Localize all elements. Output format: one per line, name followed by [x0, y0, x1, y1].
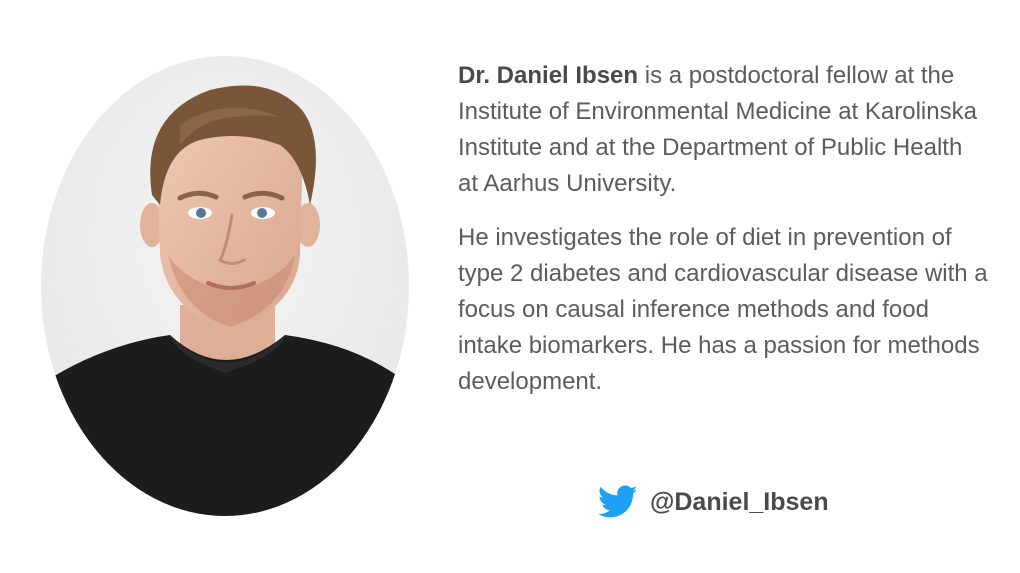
twitter-bird-icon [598, 485, 638, 519]
bio-text: Dr. Daniel Ibsen is a postdoctoral fello… [458, 58, 988, 400]
bio-intro-paragraph: Dr. Daniel Ibsen is a postdoctoral fello… [458, 58, 988, 202]
person-name: Dr. Daniel Ibsen [458, 62, 639, 89]
bio-research-paragraph: He investigates the role of diet in prev… [458, 224, 988, 395]
twitter-link[interactable]: @Daniel_Ibsen [598, 482, 829, 522]
twitter-handle: @Daniel_Ibsen [650, 487, 829, 516]
portrait-photo [40, 55, 410, 517]
